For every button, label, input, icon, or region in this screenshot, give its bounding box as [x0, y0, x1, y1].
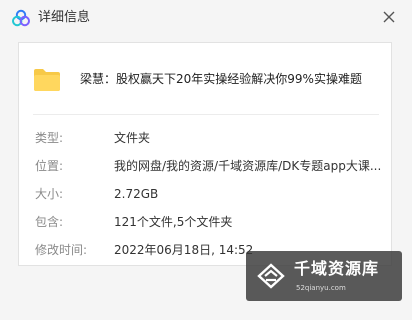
- watermark-url: 52qianyu.com: [296, 284, 346, 292]
- size-label: 大小:: [35, 187, 64, 201]
- divider: [33, 114, 379, 115]
- file-header: 梁慧：股权赢天下20年实操经验解决你99%实操难题: [19, 43, 391, 115]
- property-location: 位置: 我的网盘/我的资源/千域资源库/DK专题app大课...: [19, 156, 391, 176]
- cloud-logo-icon: [12, 9, 30, 27]
- window-title: 详细信息: [38, 10, 91, 25]
- watermark-title: 千域资源库: [294, 259, 380, 278]
- contains-label: 包含:: [35, 215, 64, 229]
- contains-value: 121个文件,5个文件夹: [114, 215, 233, 229]
- location-value[interactable]: 我的网盘/我的资源/千域资源库/DK专题app大课...: [114, 156, 382, 176]
- title-bar: 详细信息: [0, 0, 412, 36]
- file-name: 梁慧：股权赢天下20年实操经验解决你99%实操难题: [80, 72, 362, 86]
- close-icon[interactable]: [380, 8, 398, 26]
- watermark-logo-icon: [257, 263, 285, 289]
- watermark-overlay: 千域资源库 52qianyu.com: [246, 251, 402, 301]
- type-value: 文件夹: [114, 131, 151, 145]
- property-type: 类型: 文件夹: [19, 128, 391, 148]
- modified-label: 修改时间:: [35, 243, 88, 257]
- location-label: 位置:: [35, 159, 64, 173]
- size-value: 2.72GB: [114, 187, 159, 201]
- property-contains: 包含: 121个文件,5个文件夹: [19, 212, 391, 232]
- property-size: 大小: 2.72GB: [19, 184, 391, 204]
- folder-icon: [34, 69, 60, 91]
- details-panel: 梁慧：股权赢天下20年实操经验解决你99%实操难题 类型: 文件夹 位置: 我的…: [18, 42, 392, 266]
- type-label: 类型:: [35, 131, 64, 145]
